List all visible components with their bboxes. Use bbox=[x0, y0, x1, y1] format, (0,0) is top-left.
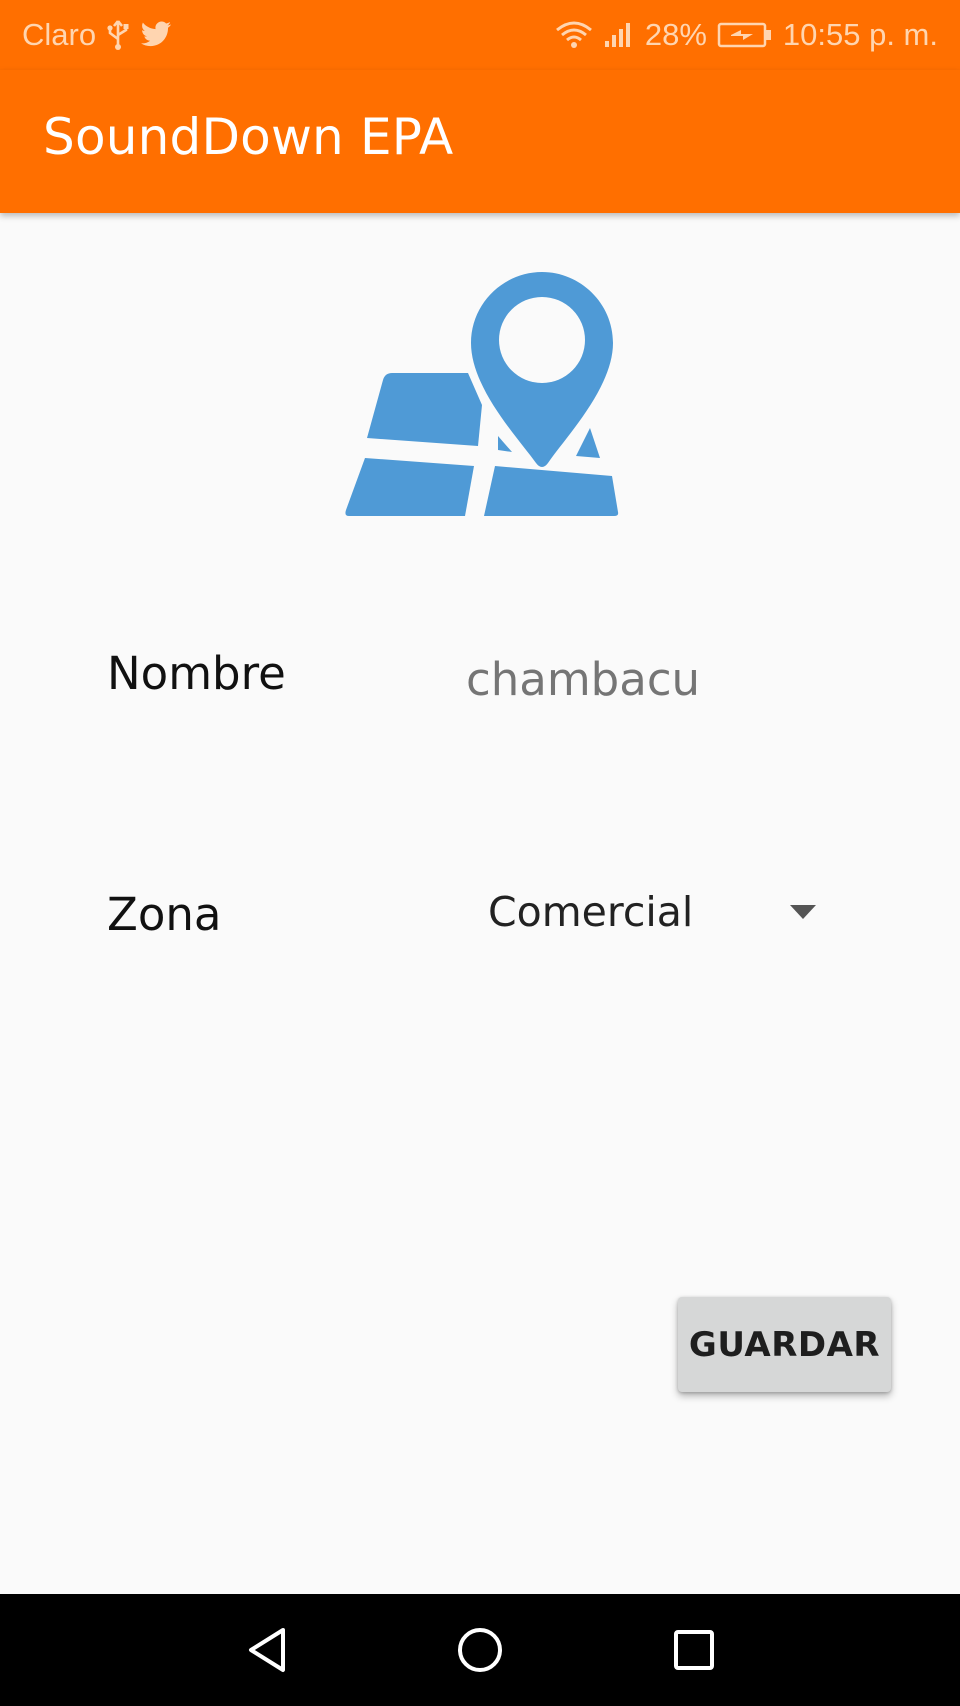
battery-charging-icon bbox=[717, 21, 773, 49]
back-icon[interactable] bbox=[237, 1622, 297, 1678]
nombre-label: Nombre bbox=[107, 647, 286, 700]
status-right: 28% 10:55 p. m. bbox=[555, 0, 938, 70]
app-bar: SoundDown EPA bbox=[0, 70, 960, 213]
recents-icon[interactable] bbox=[664, 1622, 724, 1678]
zona-label: Zona bbox=[107, 888, 222, 941]
chevron-down-icon bbox=[790, 905, 816, 919]
battery-percent: 28% bbox=[644, 17, 707, 52]
carrier-label: Claro bbox=[22, 17, 97, 52]
twitter-icon bbox=[140, 21, 172, 49]
signal-icon bbox=[603, 21, 635, 49]
status-left: Claro bbox=[22, 0, 172, 70]
status-bar: Claro 28% 10:55 p. m. bbox=[0, 0, 960, 70]
home-icon[interactable] bbox=[450, 1622, 510, 1678]
save-button[interactable]: GUARDAR bbox=[678, 1297, 891, 1392]
map-pin-icon bbox=[340, 268, 620, 520]
zona-dropdown[interactable]: Comercial bbox=[470, 880, 830, 948]
status-time: 10:55 p. m. bbox=[782, 17, 938, 52]
navigation-bar bbox=[0, 1594, 960, 1706]
zona-selected-value: Comercial bbox=[488, 888, 694, 936]
wifi-icon bbox=[555, 20, 593, 50]
app-title: SoundDown EPA bbox=[43, 108, 454, 166]
nombre-input[interactable] bbox=[466, 647, 726, 711]
screen: Claro 28% 10:55 p. m. SoundDown EPA Nomb… bbox=[0, 0, 960, 1706]
usb-icon bbox=[106, 19, 130, 51]
